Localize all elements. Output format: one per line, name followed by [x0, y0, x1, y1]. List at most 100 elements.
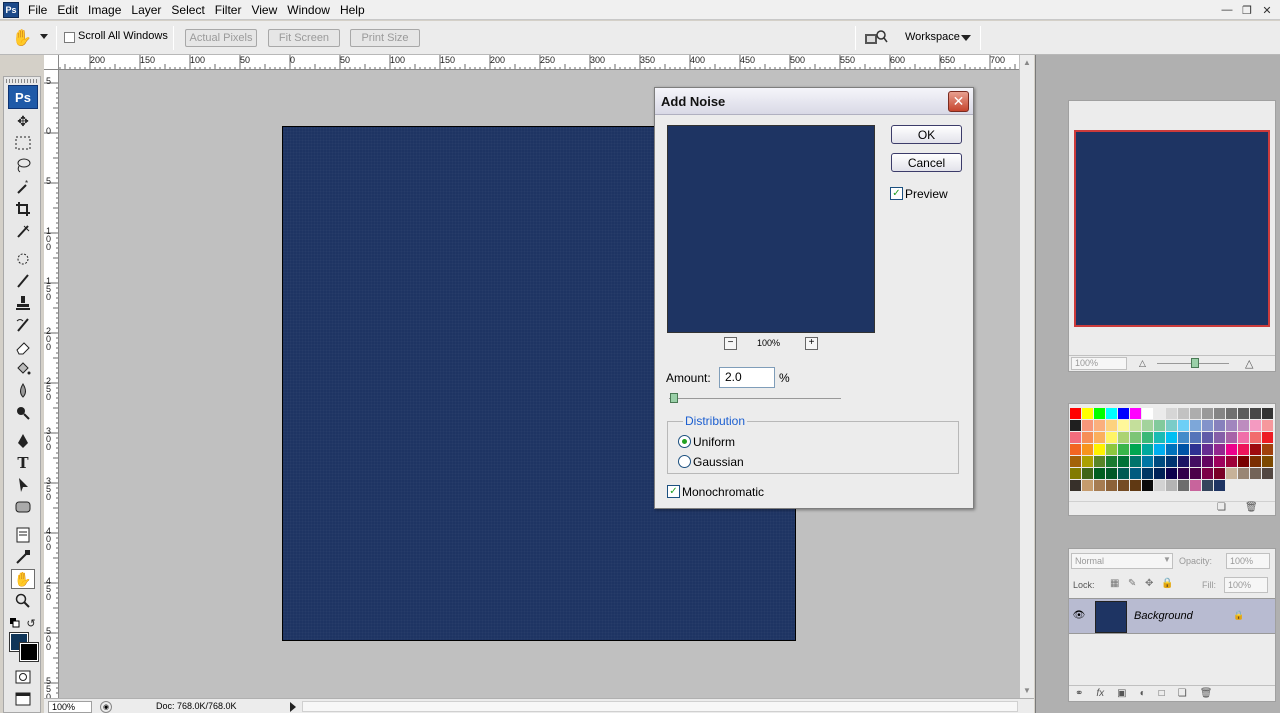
color-swatch[interactable] — [1166, 444, 1177, 455]
color-swatch[interactable] — [1178, 420, 1189, 431]
menu-window[interactable]: Window — [282, 0, 335, 20]
dialog-title-bar[interactable]: Add Noise ✕ — [655, 88, 973, 115]
dodge-tool-icon[interactable] — [11, 403, 35, 423]
color-swatch[interactable] — [1250, 432, 1261, 443]
eraser-tool-icon[interactable] — [11, 337, 35, 357]
color-swatch[interactable] — [1142, 420, 1153, 431]
color-swatch[interactable] — [1130, 444, 1141, 455]
hand-tool-preset-icon[interactable]: ✋ — [10, 27, 34, 49]
background-color-swatch[interactable] — [19, 642, 39, 662]
link-layers-icon[interactable]: ⚭ — [1075, 688, 1083, 699]
new-group-icon[interactable]: □ — [1159, 688, 1165, 699]
color-swatch[interactable] — [1238, 456, 1249, 467]
color-swatch[interactable] — [1202, 408, 1213, 419]
color-swatch[interactable] — [1118, 444, 1129, 455]
color-swatch[interactable] — [1154, 408, 1165, 419]
color-swatch[interactable] — [1226, 420, 1237, 431]
color-swatch[interactable] — [1202, 444, 1213, 455]
color-swatch[interactable] — [1106, 456, 1117, 467]
color-swatch[interactable] — [1202, 456, 1213, 467]
color-swatch[interactable] — [1214, 480, 1225, 491]
slice-tool-icon[interactable] — [11, 221, 35, 241]
color-swatch[interactable] — [1226, 456, 1237, 467]
blend-mode-select[interactable]: Normal — [1071, 553, 1173, 569]
color-swatch[interactable] — [1082, 420, 1093, 431]
color-swatch[interactable] — [1214, 444, 1225, 455]
color-swatch[interactable] — [1166, 420, 1177, 431]
color-swatch[interactable] — [1118, 408, 1129, 419]
color-swatch[interactable] — [1130, 468, 1141, 479]
clone-stamp-tool-icon[interactable] — [11, 293, 35, 313]
color-swatch[interactable] — [1238, 420, 1249, 431]
color-swatch[interactable] — [1070, 468, 1081, 479]
color-swatch[interactable] — [1250, 420, 1261, 431]
navigator-zoom-field[interactable]: 100% — [1071, 357, 1127, 370]
color-swatch[interactable] — [1250, 408, 1261, 419]
color-swatch[interactable] — [1262, 420, 1273, 431]
workspace-dropdown-icon[interactable] — [961, 35, 971, 41]
lock-all-icon[interactable]: 🔒 — [1161, 578, 1173, 589]
close-window-icon[interactable]: ✕ — [1258, 2, 1276, 18]
color-swatch[interactable] — [1226, 444, 1237, 455]
color-swatch[interactable] — [1154, 432, 1165, 443]
color-swatch[interactable] — [1082, 468, 1093, 479]
screen-mode-icon[interactable] — [11, 689, 35, 709]
color-swatch[interactable] — [1106, 420, 1117, 431]
notes-tool-icon[interactable] — [11, 525, 35, 545]
color-swatch[interactable] — [1094, 456, 1105, 467]
color-swatch[interactable] — [1118, 468, 1129, 479]
color-swatch[interactable] — [1106, 432, 1117, 443]
photoshop-logo[interactable]: Ps — [8, 85, 38, 109]
color-swatch[interactable] — [1130, 408, 1141, 419]
color-swatch[interactable] — [1082, 444, 1093, 455]
color-swatch[interactable] — [1130, 456, 1141, 467]
color-swatch[interactable] — [1262, 456, 1273, 467]
color-swatch[interactable] — [1082, 480, 1093, 491]
color-swatch[interactable] — [1130, 420, 1141, 431]
color-swatch[interactable] — [1202, 468, 1213, 479]
color-swatch[interactable] — [1250, 456, 1261, 467]
lasso-tool-icon[interactable] — [11, 155, 35, 175]
brush-tool-icon[interactable] — [11, 271, 35, 291]
horizontal-scrollbar[interactable] — [302, 701, 1018, 712]
color-swatch[interactable] — [1202, 480, 1213, 491]
color-swatch[interactable] — [1118, 456, 1129, 467]
swap-colors-icon[interactable]: ↺ — [24, 613, 38, 633]
paint-bucket-tool-icon[interactable] — [11, 359, 35, 379]
color-swatch[interactable] — [1262, 408, 1273, 419]
color-swatch[interactable] — [1106, 468, 1117, 479]
ruler-origin[interactable] — [44, 55, 59, 70]
delete-swatch-icon[interactable]: 🗑 — [1245, 502, 1258, 513]
zoom-in-icon[interactable]: △ — [1245, 357, 1253, 370]
color-swatch[interactable] — [1142, 444, 1153, 455]
color-swatch[interactable] — [1262, 468, 1273, 479]
color-swatch[interactable] — [1070, 420, 1081, 431]
uniform-radio[interactable] — [678, 435, 691, 448]
pen-tool-icon[interactable] — [11, 431, 35, 451]
fit-screen-button[interactable]: Fit Screen — [268, 29, 340, 47]
color-swatch[interactable] — [1202, 432, 1213, 443]
layer-row[interactable]: 👁 Background 🔒 — [1069, 598, 1275, 634]
color-swatch[interactable] — [1238, 408, 1249, 419]
actual-pixels-button[interactable]: Actual Pixels — [185, 29, 257, 47]
color-swatch[interactable] — [1250, 468, 1261, 479]
amount-input[interactable]: 2.0 — [719, 367, 775, 388]
navigator-zoom-knob[interactable] — [1191, 358, 1199, 368]
restore-icon[interactable]: ❐ — [1238, 2, 1256, 18]
minimize-icon[interactable]: — — [1218, 2, 1236, 18]
print-size-button[interactable]: Print Size — [350, 29, 420, 47]
color-swatch[interactable] — [1238, 468, 1249, 479]
color-swatch[interactable] — [1094, 480, 1105, 491]
menu-edit[interactable]: Edit — [52, 0, 83, 20]
color-swatch[interactable] — [1082, 408, 1093, 419]
default-colors-icon[interactable] — [8, 613, 22, 633]
color-swatch[interactable] — [1190, 432, 1201, 443]
color-swatch[interactable] — [1226, 468, 1237, 479]
delete-layer-icon[interactable]: 🗑 — [1200, 688, 1213, 699]
monochromatic-checkbox[interactable]: ✓ — [667, 485, 680, 498]
color-swatch[interactable] — [1094, 432, 1105, 443]
color-swatch[interactable] — [1226, 432, 1237, 443]
crop-tool-icon[interactable] — [11, 199, 35, 219]
color-swatch[interactable] — [1238, 444, 1249, 455]
hand-tool-icon[interactable]: ✋ — [11, 569, 35, 589]
